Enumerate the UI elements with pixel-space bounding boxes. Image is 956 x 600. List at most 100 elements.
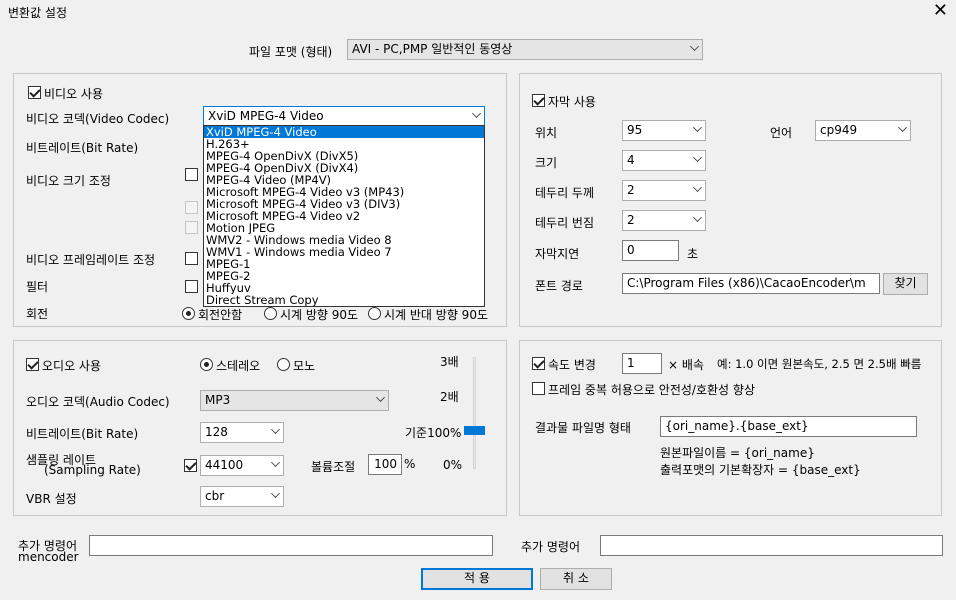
video-codec-value: XviD MPEG-4 Video xyxy=(208,109,324,123)
vbr-select[interactable]: cbr xyxy=(200,486,284,507)
video-codec-label: 비디오 코덱(Video Codec) xyxy=(26,112,170,126)
chevron-down-icon xyxy=(693,213,702,222)
output-name-hint-1: 원본파일이름 = {ori_name} xyxy=(660,446,815,460)
file-format-select[interactable]: AVI - PC,PMP 일반적인 동영상 xyxy=(347,39,703,60)
audio-enable-checkbox[interactable] xyxy=(26,358,39,371)
chevron-down-icon xyxy=(376,393,385,402)
subtitle-border-blur-value: 2 xyxy=(627,213,635,227)
video-framerate-label: 비디오 프레임레이트 조정 xyxy=(26,253,156,267)
chevron-down-icon xyxy=(271,458,280,467)
codec-option[interactable]: Microsoft MPEG-4 Video v2 xyxy=(204,210,484,222)
rotation-ccw-radio[interactable] xyxy=(368,307,381,320)
codec-option[interactable]: Motion JPEG xyxy=(204,222,484,234)
codec-option[interactable]: Microsoft MPEG-4 Video v3 (DIV3) xyxy=(204,198,484,210)
codec-option[interactable]: MPEG-4 OpenDivX (DivX4) xyxy=(204,162,484,174)
sampling-value: 44100 xyxy=(205,458,244,472)
codec-option[interactable]: H.263+ xyxy=(204,138,484,150)
rotation-none-radio[interactable] xyxy=(182,307,195,320)
output-name-label: 결과물 파일명 형태 xyxy=(535,421,631,435)
subtitle-delay-input[interactable]: 0 xyxy=(622,240,679,261)
chevron-down-icon xyxy=(693,123,702,132)
cancel-button[interactable]: 취 소 xyxy=(540,568,612,590)
speed-example: 예: 1.0 이면 원본속도, 2.5 면 2.5배 빠름 xyxy=(717,357,922,371)
volume-slider-track[interactable] xyxy=(473,357,476,469)
volume-slider-thumb[interactable] xyxy=(464,426,485,435)
filter-checkbox[interactable] xyxy=(185,280,198,293)
video-codec-select[interactable]: XviD MPEG-4 Video xyxy=(203,106,485,127)
codec-option[interactable]: WMV1 - Windows media Video 7 xyxy=(204,246,484,258)
speed-enable-label: 속도 변경 xyxy=(548,358,596,372)
speed-multiplier-unit: × 배속 xyxy=(668,358,704,372)
browse-button[interactable]: 찾기 xyxy=(883,273,928,295)
filter-label: 필터 xyxy=(26,280,49,294)
codec-option[interactable]: WMV2 - Windows media Video 8 xyxy=(204,234,484,246)
volume-scale-3x: 3배 xyxy=(440,355,459,369)
video-codec-dropdown[interactable]: XviD MPEG-4 Video H.263+ MPEG-4 OpenDivX… xyxy=(203,125,485,307)
codec-option[interactable]: Huffyuv xyxy=(204,282,484,294)
subtitle-size-value: 4 xyxy=(627,153,635,167)
audio-codec-select[interactable]: MP3 xyxy=(200,390,389,411)
font-path-label: 폰트 경로 xyxy=(535,279,583,293)
speed-enable-checkbox[interactable] xyxy=(532,357,545,370)
sampling-checkbox[interactable] xyxy=(184,459,197,472)
subtitle-enable-checkbox[interactable] xyxy=(532,94,545,107)
speed-multiplier-input[interactable]: 1 xyxy=(622,353,662,374)
volume-scale-base: 기준100% xyxy=(405,426,462,440)
video-size-option-checkbox[interactable] xyxy=(185,201,198,214)
volume-scale-2x: 2배 xyxy=(440,390,459,404)
mencoder-extra-label-sub: mencoder xyxy=(18,550,79,564)
audio-enable-label: 오디오 사용 xyxy=(42,359,102,373)
volume-scale-zero: 0% xyxy=(443,458,463,472)
extra-cmd-label: 추가 명령어 xyxy=(521,540,581,554)
frame-dup-checkbox[interactable] xyxy=(532,382,545,395)
stereo-radio[interactable] xyxy=(200,358,213,371)
codec-option[interactable]: Microsoft MPEG-4 Video v3 (MP43) xyxy=(204,186,484,198)
font-path-input[interactable]: C:\Program Files (x86)\CacaoEncoder\m xyxy=(622,273,880,294)
output-name-input[interactable]: {ori_name}.{base_ext} xyxy=(660,416,917,437)
chevron-down-icon xyxy=(693,183,702,192)
mono-label: 모노 xyxy=(293,359,316,373)
video-size-label: 비디오 크기 조정 xyxy=(26,174,111,188)
volume-input[interactable]: 100 xyxy=(368,454,402,475)
audio-bitrate-label: 비트레이트(Bit Rate) xyxy=(26,427,139,441)
window-title: 변환값 설정 xyxy=(8,6,68,20)
rotation-none-label: 회전안함 xyxy=(198,308,243,322)
subtitle-position-label: 위치 xyxy=(535,126,558,140)
close-icon[interactable]: ✕ xyxy=(933,2,948,20)
rotation-cw-radio[interactable] xyxy=(264,307,277,320)
subtitle-size-select[interactable]: 4 xyxy=(622,150,706,171)
rotation-ccw-label: 시계 반대 방향 90도 xyxy=(384,308,488,322)
video-enable-checkbox[interactable] xyxy=(28,86,41,99)
extra-cmd-input[interactable] xyxy=(600,535,943,556)
subtitle-border-width-select[interactable]: 2 xyxy=(622,180,706,201)
video-size-checkbox[interactable] xyxy=(185,168,198,181)
codec-option[interactable]: MPEG-2 xyxy=(204,270,484,282)
subtitle-language-select[interactable]: cp949 xyxy=(815,120,911,141)
vbr-value: cbr xyxy=(205,489,225,503)
subtitle-border-blur-select[interactable]: 2 xyxy=(622,210,706,231)
codec-option[interactable]: XviD MPEG-4 Video xyxy=(204,126,484,138)
codec-option[interactable]: MPEG-1 xyxy=(204,258,484,270)
apply-button[interactable]: 적 용 xyxy=(421,568,533,590)
codec-option[interactable]: MPEG-4 Video (MP4V) xyxy=(204,174,484,186)
subtitle-border-width-value: 2 xyxy=(627,183,635,197)
volume-label: 볼륨조절 xyxy=(311,460,356,474)
chevron-down-icon xyxy=(690,42,699,51)
audio-codec-label: 오디오 코덱(Audio Codec) xyxy=(26,395,170,409)
mencoder-extra-input[interactable] xyxy=(89,535,493,556)
video-enable-label: 비디오 사용 xyxy=(44,87,104,101)
output-name-hint-2: 출력포맷의 기본확장자 = {base_ext} xyxy=(660,463,861,477)
rotation-label: 회전 xyxy=(26,307,49,321)
video-framerate-checkbox[interactable] xyxy=(185,252,198,265)
sampling-select[interactable]: 44100 xyxy=(200,455,284,476)
subtitle-position-value: 95 xyxy=(627,123,643,137)
mono-radio[interactable] xyxy=(277,358,290,371)
video-size-option-checkbox[interactable] xyxy=(185,221,198,234)
audio-bitrate-select[interactable]: 128 xyxy=(200,422,284,443)
codec-option[interactable]: Direct Stream Copy xyxy=(204,294,484,306)
audio-bitrate-value: 128 xyxy=(205,425,228,439)
subtitle-position-select[interactable]: 95 xyxy=(622,120,706,141)
codec-option[interactable]: MPEG-4 OpenDivX (DivX5) xyxy=(204,150,484,162)
chevron-down-icon xyxy=(898,123,907,132)
subtitle-size-label: 크기 xyxy=(535,156,558,170)
